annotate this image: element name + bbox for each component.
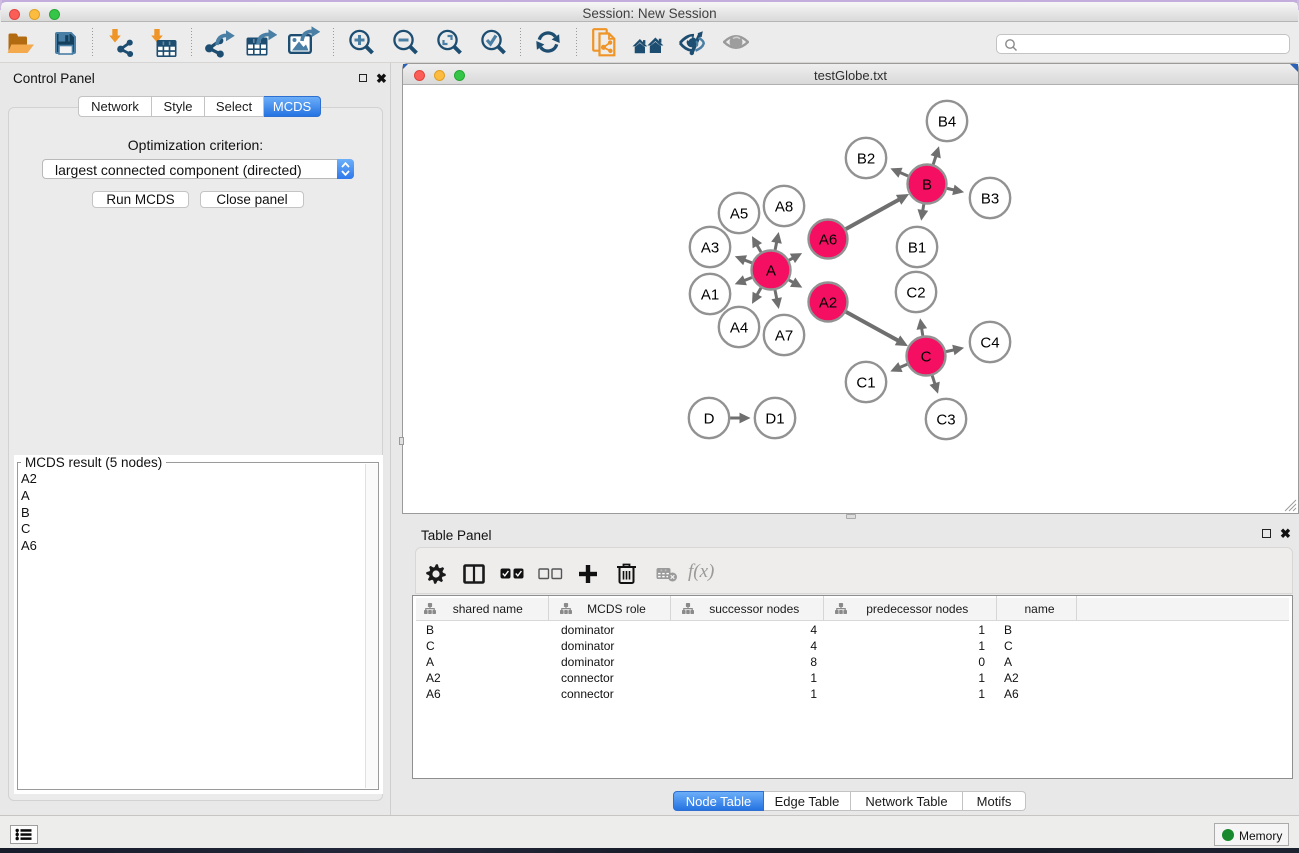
svg-text:B: B: [922, 177, 932, 194]
svg-text:C4: C4: [980, 335, 999, 352]
svg-text:C1: C1: [856, 375, 875, 392]
svg-text:C: C: [921, 349, 932, 366]
svg-text:B2: B2: [857, 151, 875, 168]
svg-text:B4: B4: [938, 114, 956, 131]
svg-text:A8: A8: [775, 199, 793, 216]
svg-text:C2: C2: [906, 285, 925, 302]
svg-text:B3: B3: [981, 191, 999, 208]
svg-text:A7: A7: [775, 328, 793, 345]
svg-text:A1: A1: [701, 287, 719, 304]
svg-text:A2: A2: [819, 295, 837, 312]
svg-text:B1: B1: [908, 240, 926, 257]
svg-text:D: D: [704, 411, 715, 428]
svg-text:C3: C3: [936, 412, 955, 429]
svg-text:A6: A6: [819, 232, 837, 249]
svg-text:A4: A4: [730, 320, 748, 337]
svg-text:A3: A3: [701, 240, 719, 257]
svg-text:D1: D1: [765, 411, 784, 428]
svg-text:A5: A5: [730, 206, 748, 223]
svg-text:A: A: [766, 263, 776, 280]
